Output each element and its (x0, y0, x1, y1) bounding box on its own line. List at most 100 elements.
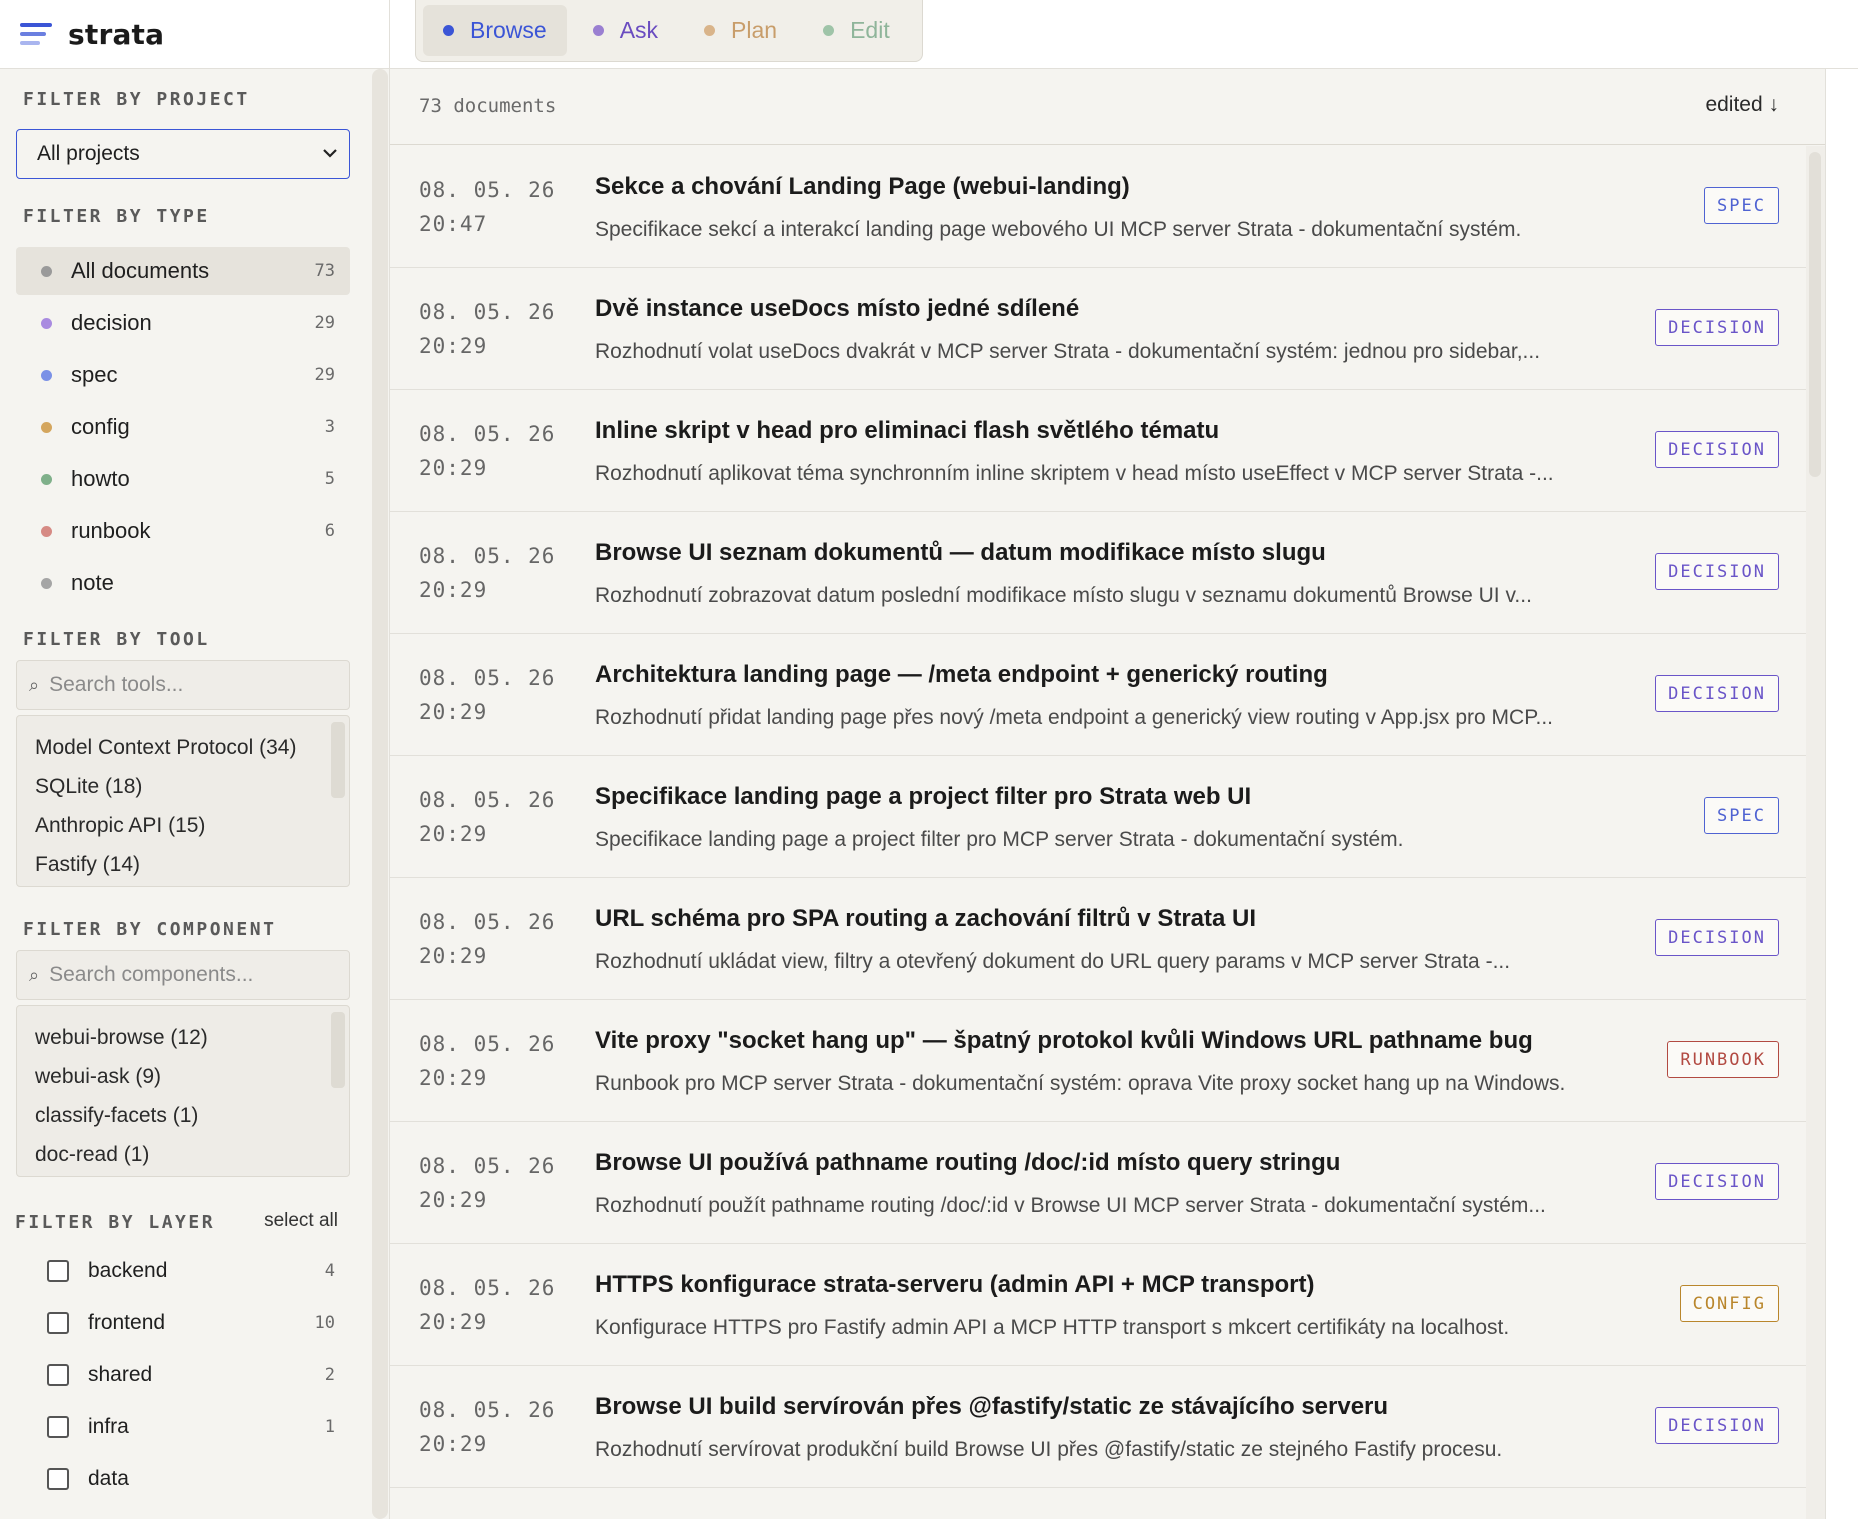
type-filter-decision[interactable]: decision 29 (16, 299, 350, 347)
document-row[interactable]: 08. 05. 26 20:29 Browse UI build servírová… (390, 1366, 1806, 1488)
type-dot-icon (41, 473, 52, 485)
layer-label: shared (88, 1363, 153, 1386)
layer-filter-frontend[interactable]: frontend 10 (47, 1303, 345, 1343)
list-item[interactable]: webui-browse (12) (35, 1018, 349, 1057)
chevron-down-icon (323, 149, 337, 158)
tool-filter-list[interactable]: Model Context Protocol (34) SQLite (18) An… (16, 715, 350, 887)
type-filter-note[interactable]: note (16, 559, 350, 607)
layer-filter-title: FILTER BY LAYER (15, 1212, 216, 1233)
component-filter-list[interactable]: webui-browse (12) webui-ask (9) classify-f… (16, 1005, 350, 1177)
document-title[interactable]: URL schéma pro SPA routing a zachování f… (595, 905, 1256, 933)
type-filter-howto[interactable]: howto 5 (16, 455, 350, 503)
layer-label: data (88, 1467, 129, 1490)
document-date-day: 08. 05. 26 (419, 178, 556, 202)
list-item[interactable]: classify-facets (1) (35, 1096, 349, 1135)
document-title[interactable]: Browse UI build servírován přes @fastify… (595, 1393, 1388, 1421)
select-all-link[interactable]: select all (264, 1210, 338, 1232)
document-list: 08. 05. 26 20:47 Sekce a chování Landing P… (390, 146, 1806, 1488)
sidebar-scrollbar[interactable] (372, 69, 390, 1519)
type-filter-all-documents[interactable]: All documents 73 (16, 247, 350, 295)
document-row[interactable]: 08. 05. 26 20:29 URL schéma pro SPA routin… (390, 878, 1806, 1000)
document-row[interactable]: 08. 05. 26 20:47 Sekce a chování Landing P… (390, 146, 1806, 268)
type-dot-icon (41, 421, 52, 433)
type-filter-runbook[interactable]: runbook 6 (16, 507, 350, 555)
layer-filter-backend[interactable]: backend 4 (47, 1251, 345, 1291)
list-item[interactable]: SQLite (18) (35, 767, 349, 806)
document-date-day: 08. 05. 26 (419, 788, 556, 812)
layer-filter-infra[interactable]: infra 1 (47, 1407, 345, 1447)
document-date: 08. 05. 26 20:29 (419, 1027, 555, 1095)
checkbox[interactable] (47, 1416, 69, 1438)
project-filter-title: FILTER BY PROJECT (23, 89, 250, 110)
document-date-day: 08. 05. 26 (419, 544, 556, 568)
type-filter-spec[interactable]: spec 29 (16, 351, 350, 399)
document-date-time: 20:29 (419, 1188, 488, 1212)
checkbox[interactable] (47, 1260, 69, 1282)
document-row[interactable]: 08. 05. 26 20:29 Dvě instance useDocs míst… (390, 268, 1806, 390)
document-date: 08. 05. 26 20:29 (419, 905, 555, 973)
checkbox[interactable] (47, 1312, 69, 1334)
tab-label: Plan (731, 17, 778, 43)
component-search-input[interactable]: ⌕ Search components... (16, 950, 350, 1000)
tab-ask[interactable]: Ask (573, 5, 678, 56)
document-title[interactable]: Dvě instance useDocs místo jedné sdílené (595, 295, 1079, 323)
document-title[interactable]: Browse UI seznam dokumentů — datum modif… (595, 539, 1326, 567)
document-date-time: 20:47 (419, 212, 488, 236)
checkbox[interactable] (47, 1468, 69, 1490)
scrollbar-thumb[interactable] (1809, 152, 1821, 477)
layer-filter-data[interactable]: data (47, 1459, 345, 1499)
layer-count: 1 (324, 1417, 335, 1437)
scrollbar-thumb[interactable] (331, 1012, 345, 1088)
tab-label: Edit (850, 17, 890, 43)
document-date-time: 20:29 (419, 822, 488, 846)
layer-label: infra (88, 1415, 129, 1438)
sort-toggle[interactable]: edited ↓ (1705, 93, 1779, 117)
document-row[interactable]: 08. 05. 26 20:29 Architektura landing page… (390, 634, 1806, 756)
layer-count: 4 (324, 1261, 335, 1281)
document-description: Rozhodnutí použít pathname routing /doc/… (595, 1194, 1546, 1217)
document-row[interactable]: 08. 05. 26 20:29 Inline skript v head pro … (390, 390, 1806, 512)
type-count: 6 (324, 521, 335, 541)
document-row[interactable]: 08. 05. 26 20:29 Browse UI seznam dokument… (390, 512, 1806, 634)
tab-edit[interactable]: Edit (803, 5, 910, 56)
component-filter-title: FILTER BY COMPONENT (23, 919, 277, 940)
document-title[interactable]: HTTPS konfigurace strata-serveru (admin … (595, 1271, 1315, 1299)
tab-browse[interactable]: Browse (423, 5, 567, 56)
document-row[interactable]: 08. 05. 26 20:29 Specifikace landing page … (390, 756, 1806, 878)
sidebar-scrollbar-thumb[interactable] (372, 69, 388, 1519)
document-title[interactable]: Specifikace landing page a project filte… (595, 783, 1251, 811)
type-count: 29 (314, 365, 335, 385)
type-dot-icon (41, 265, 52, 277)
document-date-day: 08. 05. 26 (419, 1154, 556, 1178)
document-title[interactable]: Vite proxy "socket hang up" — špatný pro… (595, 1027, 1533, 1055)
checkbox[interactable] (47, 1364, 69, 1386)
document-row[interactable]: 08. 05. 26 20:29 HTTPS konfigurace strata-… (390, 1244, 1806, 1366)
document-date: 08. 05. 26 20:29 (419, 539, 555, 607)
type-badge: DECISION (1655, 309, 1779, 346)
document-row[interactable]: 08. 05. 26 20:29 Vite proxy "socket hang u… (390, 1000, 1806, 1122)
tool-search-input[interactable]: ⌕ Search tools... (16, 660, 350, 710)
type-filter-config[interactable]: config 3 (16, 403, 350, 451)
project-select[interactable]: All projects (16, 129, 350, 179)
list-item[interactable]: Anthropic API (15) (35, 806, 349, 845)
list-item[interactable]: Fastify (14) (35, 845, 349, 884)
document-row[interactable]: 08. 05. 26 20:29 Browse UI používá pathnam… (390, 1122, 1806, 1244)
document-title[interactable]: Browse UI používá pathname routing /doc/… (595, 1149, 1340, 1177)
component-search-placeholder: Search components... (49, 963, 254, 986)
brand[interactable]: strata (0, 0, 390, 69)
document-date: 08. 05. 26 20:29 (419, 417, 555, 485)
document-title[interactable]: Architektura landing page — /meta endpoi… (595, 661, 1328, 689)
list-item[interactable]: doc-read (1) (35, 1135, 349, 1174)
list-item[interactable]: Model Context Protocol (34) (35, 728, 349, 767)
type-badge: SPEC (1704, 187, 1779, 224)
document-date-time: 20:29 (419, 578, 488, 602)
layer-filter-shared[interactable]: shared 2 (47, 1355, 345, 1395)
layer-label: frontend (88, 1311, 166, 1334)
tab-plan[interactable]: Plan (684, 5, 797, 56)
scrollbar-thumb[interactable] (331, 722, 345, 798)
type-badge: CONFIG (1679, 1285, 1779, 1322)
document-list-scrollbar[interactable] (1806, 146, 1825, 1519)
document-title[interactable]: Inline skript v head pro eliminaci flash… (595, 417, 1219, 445)
document-title[interactable]: Sekce a chování Landing Page (webui-land… (595, 173, 1130, 201)
list-item[interactable]: webui-ask (9) (35, 1057, 349, 1096)
